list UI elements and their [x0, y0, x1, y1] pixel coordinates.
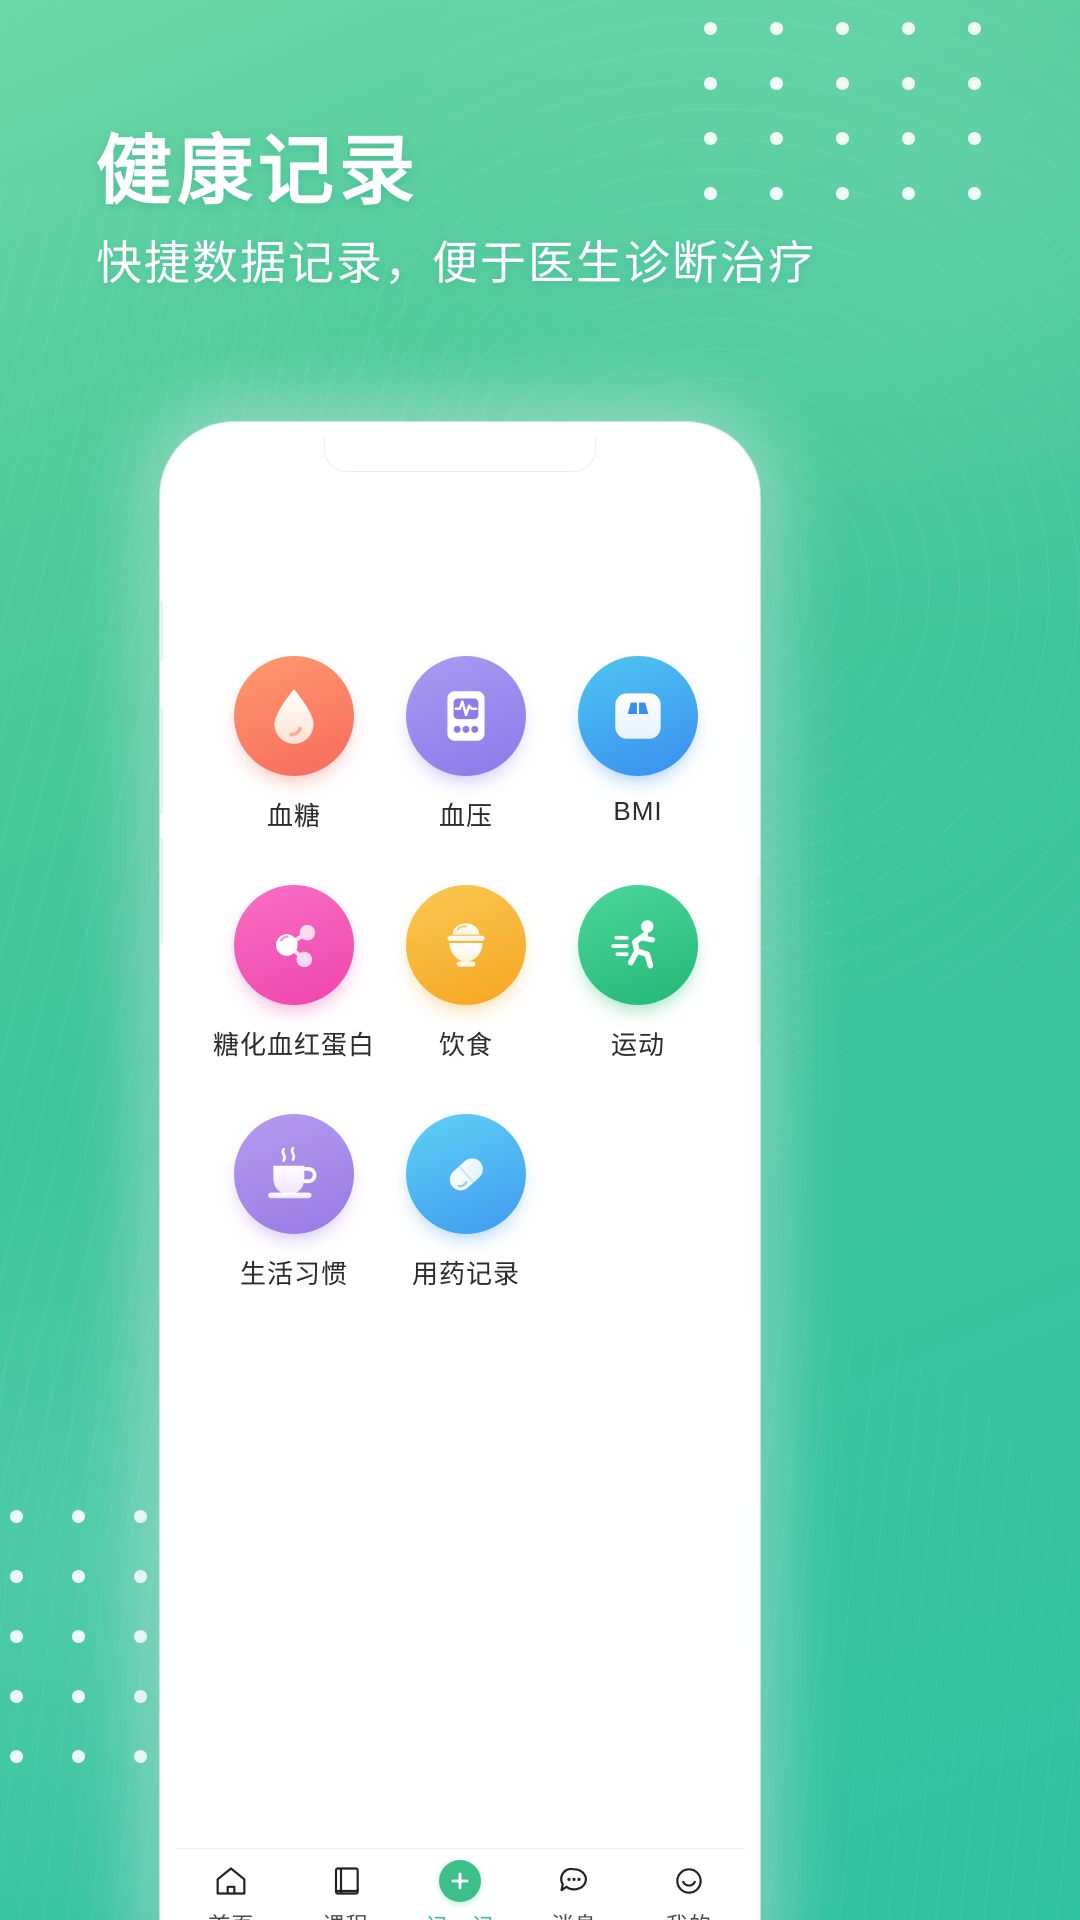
feature-label: 血糖: [266, 801, 321, 831]
capsule-pill-icon: [406, 1114, 526, 1246]
feature-cell-capsule-pill[interactable]: 用药记录: [380, 1114, 552, 1291]
tab-profile[interactable]: 我的: [632, 1861, 746, 1920]
profile-icon: [669, 1861, 709, 1901]
tab-label: 课程: [323, 1908, 369, 1920]
runner-icon: [578, 885, 698, 1017]
tab-chat[interactable]: 消息: [517, 1861, 631, 1920]
promo-page: 健康记录 快捷数据记录，便于医生诊断治疗 血糖 血压 BMI 糖化血红蛋白 饮食 运动生活…: [0, 0, 1080, 1920]
feature-label: 运动: [610, 1030, 665, 1060]
page-title: 健康记录: [96, 129, 420, 214]
phone-screen: 血糖 血压 BMI 糖化血红蛋白 饮食 运动生活习惯 用药记录 首页 课程 记一记 消息 我的: [174, 436, 746, 1920]
tab-label: 消息: [551, 1908, 597, 1920]
feature-cell-rice-bowl[interactable]: 饮食: [380, 885, 552, 1062]
tab-label: 记一记: [426, 1909, 495, 1920]
feature-cell-bp-monitor[interactable]: 血压: [380, 656, 552, 833]
bp-monitor-icon: [406, 656, 526, 788]
tab-home[interactable]: 首页: [174, 1861, 288, 1920]
weight-scale-icon: [578, 656, 698, 788]
tab-label: 我的: [666, 1908, 712, 1920]
blood-drop-icon: [234, 656, 354, 788]
plus-icon: [439, 1860, 482, 1902]
feature-label: 用药记录: [411, 1259, 520, 1289]
feature-label: BMI: [613, 796, 663, 826]
feature-label: 饮食: [438, 1030, 493, 1060]
feature-cell-weight-scale[interactable]: BMI: [552, 656, 724, 833]
phone-mockup: 血糖 血压 BMI 糖化血红蛋白 饮食 运动生活习惯 用药记录 首页 课程 记一记 消息 我的: [160, 422, 760, 1920]
headline-block: 健康记录 快捷数据记录，便于医生诊断治疗: [96, 134, 996, 291]
feature-label: 糖化血红蛋白: [212, 1030, 375, 1060]
tab-plus[interactable]: 记一记: [403, 1860, 517, 1920]
molecule-icon: [234, 885, 354, 1017]
page-subtitle: 快捷数据记录，便于医生诊断治疗: [96, 237, 816, 289]
feature-cell-coffee-cup[interactable]: 生活习惯: [208, 1114, 380, 1291]
home-icon: [211, 1861, 251, 1901]
phone-mute-switch: [160, 600, 163, 662]
feature-screen: 血糖 血压 BMI 糖化血红蛋白 饮食 运动生活习惯 用药记录: [174, 596, 746, 1848]
phone-volume-down-button: [160, 837, 163, 945]
phone-volume-up-button: [160, 707, 163, 815]
rice-bowl-icon: [406, 885, 526, 1017]
phone-notch: [324, 436, 596, 472]
chat-icon: [554, 1861, 594, 1901]
phone-power-button: [757, 874, 760, 1044]
coffee-cup-icon: [234, 1114, 354, 1246]
book-icon: [326, 1861, 366, 1901]
feature-cell-blood-drop[interactable]: 血糖: [208, 656, 380, 833]
tab-book[interactable]: 课程: [288, 1861, 402, 1920]
feature-label: 血压: [438, 801, 493, 831]
feature-label: 生活习惯: [239, 1259, 348, 1289]
tab-label: 首页: [208, 1908, 254, 1920]
feature-cell-molecule[interactable]: 糖化血红蛋白: [208, 885, 380, 1062]
feature-cell-runner[interactable]: 运动: [552, 885, 724, 1062]
bottom-tab-bar: 首页 课程 记一记 消息 我的: [174, 1848, 746, 1920]
feature-grid: 血糖 血压 BMI 糖化血红蛋白 饮食 运动生活习惯 用药记录: [208, 656, 712, 1291]
